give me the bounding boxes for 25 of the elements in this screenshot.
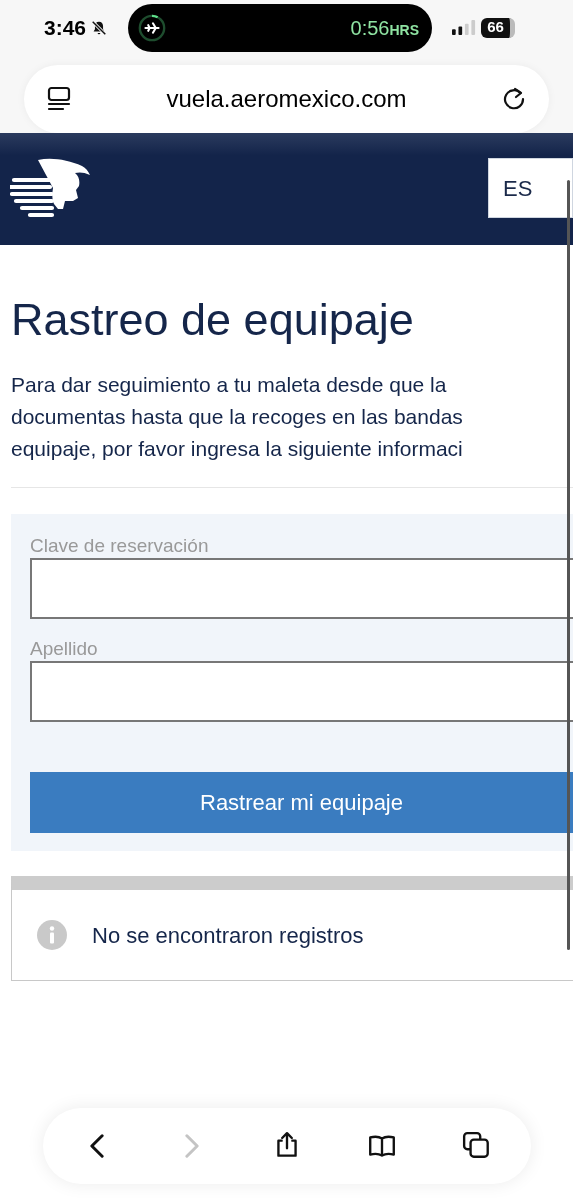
tabs-icon	[462, 1131, 492, 1161]
signal-icon	[452, 20, 477, 35]
track-baggage-button[interactable]: Rastrear mi equipaje	[30, 772, 573, 833]
url-text: vuela.aeromexico.com	[165, 84, 408, 114]
field-label: Clave de reservación	[30, 534, 210, 558]
eagle-logo-icon	[10, 158, 90, 220]
reload-icon	[501, 86, 527, 112]
input-field[interactable]	[30, 558, 573, 619]
flight-time-remaining: 0:56HRS	[350, 15, 420, 41]
airplane-icon	[137, 12, 168, 43]
forward-icon	[185, 1134, 199, 1158]
language-selector[interactable]: ES	[488, 158, 573, 218]
input-field[interactable]	[30, 661, 573, 722]
battery-level: 66	[481, 17, 516, 38]
intro-text: Para dar seguimiento a tu maleta desde que la	[11, 372, 448, 398]
no-records-message: No se encontraron registros	[92, 921, 364, 950]
address-bar[interactable]: vuela.aeromexico.com	[24, 65, 549, 133]
clock-time: 3:46	[44, 14, 87, 41]
back-icon	[90, 1134, 104, 1158]
page-menu-icon	[46, 86, 72, 112]
intro-text: documentas hasta que la recoges en las bandas	[11, 404, 464, 430]
intro-text: equipaje, por favor ingresa la siguiente informaci	[11, 436, 464, 462]
field-label: Apellido	[30, 637, 99, 661]
info-icon	[37, 920, 67, 950]
page-title: Rastreo de equipaje	[11, 293, 415, 347]
